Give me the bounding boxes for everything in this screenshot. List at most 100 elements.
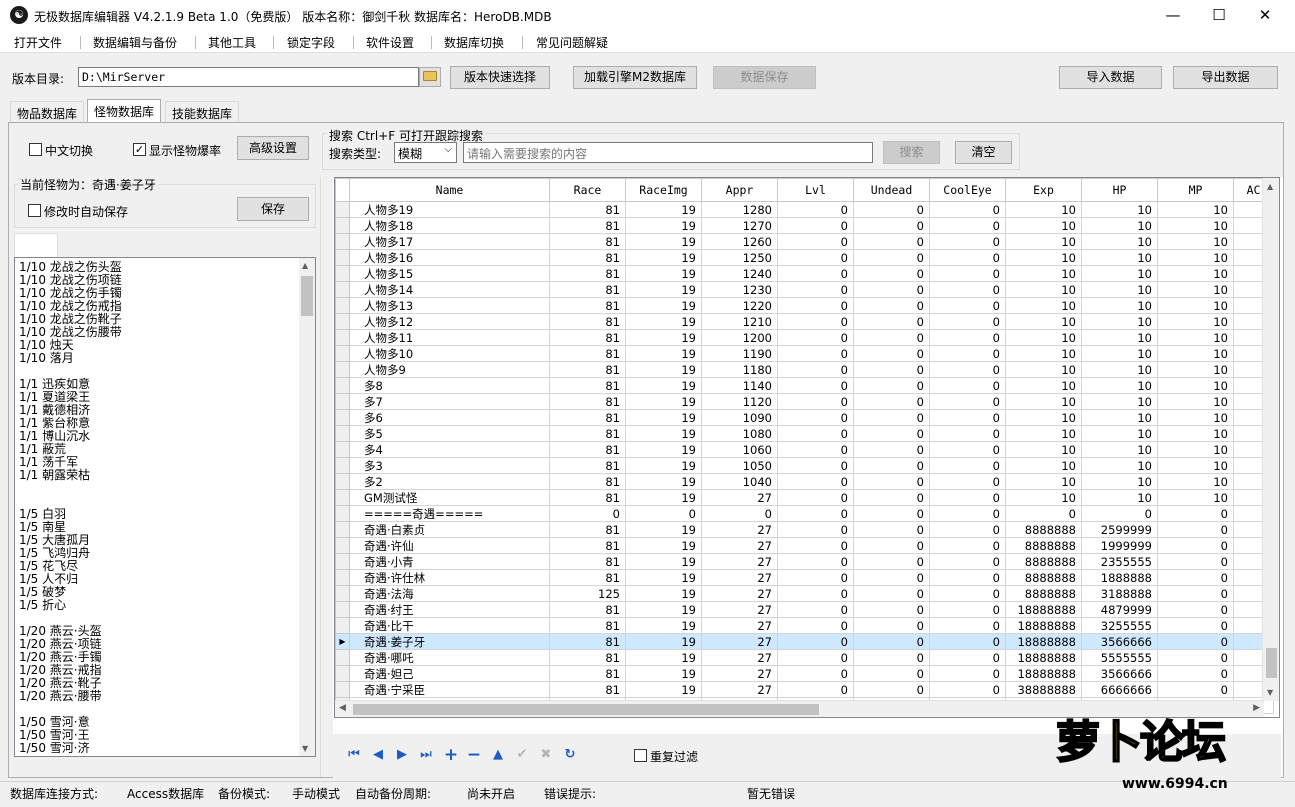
table-cell[interactable]: 0	[929, 409, 1006, 426]
table-cell[interactable]: 81	[549, 633, 626, 650]
table-cell[interactable]: 0	[777, 233, 854, 250]
table-cell[interactable]: 27	[701, 537, 778, 554]
table-cell[interactable]: 1140	[701, 377, 778, 394]
table-cell[interactable]: 奇遇·许仙	[349, 537, 550, 554]
table-cell[interactable]: 19	[625, 361, 702, 378]
browse-folder-button[interactable]	[419, 67, 441, 87]
table-cell[interactable]: 0	[777, 361, 854, 378]
table-cell[interactable]: 0	[929, 297, 1006, 314]
table-cell[interactable]: 0	[853, 201, 930, 218]
table-row[interactable]: 多7 81 19 1120 0 0 0 10 10 10	[335, 393, 1274, 410]
table-cell[interactable]: 10	[1157, 393, 1234, 410]
table-cell[interactable]: 10	[1081, 281, 1158, 298]
table-cell[interactable]: 10	[1081, 249, 1158, 266]
table-cell[interactable]: 0	[853, 617, 930, 634]
table-cell[interactable]: 0	[777, 393, 854, 410]
table-cell[interactable]: 81	[549, 281, 626, 298]
table-row[interactable]: 人物多19 81 19 1280 0 0 0 10 10 10	[335, 201, 1274, 218]
row-indicator[interactable]	[335, 537, 350, 554]
table-cell[interactable]: 0	[929, 569, 1006, 586]
column-header-hp[interactable]: HP	[1081, 178, 1158, 202]
table-cell[interactable]: 0	[777, 313, 854, 330]
table-cell[interactable]: 0	[777, 649, 854, 666]
prev-record-icon[interactable]: ◀	[370, 748, 386, 762]
table-cell[interactable]: 0	[1157, 649, 1234, 666]
table-cell[interactable]: 多6	[349, 409, 550, 426]
table-cell[interactable]: 19	[625, 473, 702, 490]
save-data-button[interactable]: 数据保存	[713, 66, 816, 89]
table-cell[interactable]: 0	[1157, 633, 1234, 650]
table-row[interactable]: 奇遇·法海 125 19 27 0 0 0 8888888 3188888 0	[335, 585, 1274, 602]
table-cell[interactable]: 1060	[701, 441, 778, 458]
table-cell[interactable]: 0	[929, 633, 1006, 650]
table-cell[interactable]: 0	[853, 505, 930, 522]
table-cell[interactable]: 0	[777, 601, 854, 618]
table-cell[interactable]: 19	[625, 521, 702, 538]
table-cell[interactable]: 多2	[349, 473, 550, 490]
monster-data-grid[interactable]: Name Race RaceImg Appr Lvl Undead CoolEye Exp HP…	[334, 177, 1280, 718]
table-cell[interactable]: 0	[929, 249, 1006, 266]
table-cell[interactable]: 多8	[349, 377, 550, 394]
table-cell[interactable]: 10	[1005, 297, 1082, 314]
menu-open-file[interactable]: 打开文件	[14, 34, 62, 51]
table-cell[interactable]: 10	[1005, 201, 1082, 218]
table-cell[interactable]: 0	[549, 505, 626, 522]
table-cell[interactable]: 18888888	[1005, 601, 1082, 618]
table-cell[interactable]: 10	[1081, 313, 1158, 330]
table-cell[interactable]: 0	[777, 633, 854, 650]
row-indicator[interactable]	[335, 665, 350, 682]
table-cell[interactable]: 1190	[701, 345, 778, 362]
table-row[interactable]: 多4 81 19 1060 0 0 0 10 10 10	[335, 441, 1274, 458]
table-row[interactable]: 人物多11 81 19 1200 0 0 0 10 10 10	[335, 329, 1274, 346]
table-cell[interactable]: 10	[1157, 297, 1234, 314]
table-cell[interactable]: 0	[777, 201, 854, 218]
table-cell[interactable]: 1250	[701, 249, 778, 266]
table-cell[interactable]: 0	[929, 601, 1006, 618]
table-cell[interactable]: 10	[1157, 249, 1234, 266]
maximize-button[interactable]: ☐	[1196, 0, 1242, 31]
table-cell[interactable]: 81	[549, 617, 626, 634]
table-cell[interactable]: 奇遇·法海	[349, 585, 550, 602]
table-cell[interactable]: 0	[929, 217, 1006, 234]
table-cell[interactable]: 10	[1081, 265, 1158, 282]
grid-vscroll-thumb[interactable]	[1266, 648, 1277, 678]
table-cell[interactable]: 0	[777, 521, 854, 538]
table-cell[interactable]: 0	[777, 585, 854, 602]
table-cell[interactable]: 0	[929, 377, 1006, 394]
table-cell[interactable]: 10	[1081, 457, 1158, 474]
table-cell[interactable]: 10	[1081, 361, 1158, 378]
menu-faq[interactable]: 常见问题解疑	[536, 34, 608, 51]
drop-list-item[interactable]: 1/10 落月	[15, 352, 315, 365]
table-cell[interactable]: 19	[625, 217, 702, 234]
quick-select-button[interactable]: 版本快速选择	[450, 66, 550, 89]
close-button[interactable]: ✕	[1242, 0, 1288, 31]
clear-button[interactable]: 清空	[955, 141, 1012, 164]
last-record-icon[interactable]: ⏭	[418, 748, 434, 762]
table-cell[interactable]: 10	[1157, 265, 1234, 282]
table-cell[interactable]: 0	[929, 281, 1006, 298]
scroll-down-icon[interactable]: ▼	[1267, 688, 1273, 697]
table-cell[interactable]: 0	[853, 601, 930, 618]
table-cell[interactable]: 0	[929, 425, 1006, 442]
table-cell[interactable]: 81	[549, 521, 626, 538]
table-cell[interactable]: 10	[1005, 217, 1082, 234]
table-row[interactable]: ▶ 奇遇·姜子牙 81 19 27 0 0 0 18888888 3566666 0	[335, 633, 1274, 650]
table-cell[interactable]: 27	[701, 681, 778, 698]
table-row[interactable]: 奇遇·白素贞 81 19 27 0 0 0 8888888 2599999 0	[335, 521, 1274, 538]
table-cell[interactable]: 人物多19	[349, 201, 550, 218]
table-cell[interactable]: 1040	[701, 473, 778, 490]
table-cell[interactable]: 0	[777, 249, 854, 266]
table-cell[interactable]: 10	[1081, 489, 1158, 506]
table-cell[interactable]: 10	[1157, 441, 1234, 458]
table-cell[interactable]: 0	[1157, 537, 1234, 554]
table-cell[interactable]: 0	[853, 649, 930, 666]
column-header-exp[interactable]: Exp	[1005, 178, 1082, 202]
table-cell[interactable]: 18888888	[1005, 649, 1082, 666]
column-header-lvl[interactable]: Lvl	[777, 178, 854, 202]
table-cell[interactable]: 0	[701, 505, 778, 522]
column-header-appr[interactable]: Appr	[701, 178, 778, 202]
table-cell[interactable]: 0	[777, 489, 854, 506]
table-cell[interactable]: 0	[777, 297, 854, 314]
drop-list-item[interactable]	[15, 482, 315, 495]
table-cell[interactable]: 人物多10	[349, 345, 550, 362]
